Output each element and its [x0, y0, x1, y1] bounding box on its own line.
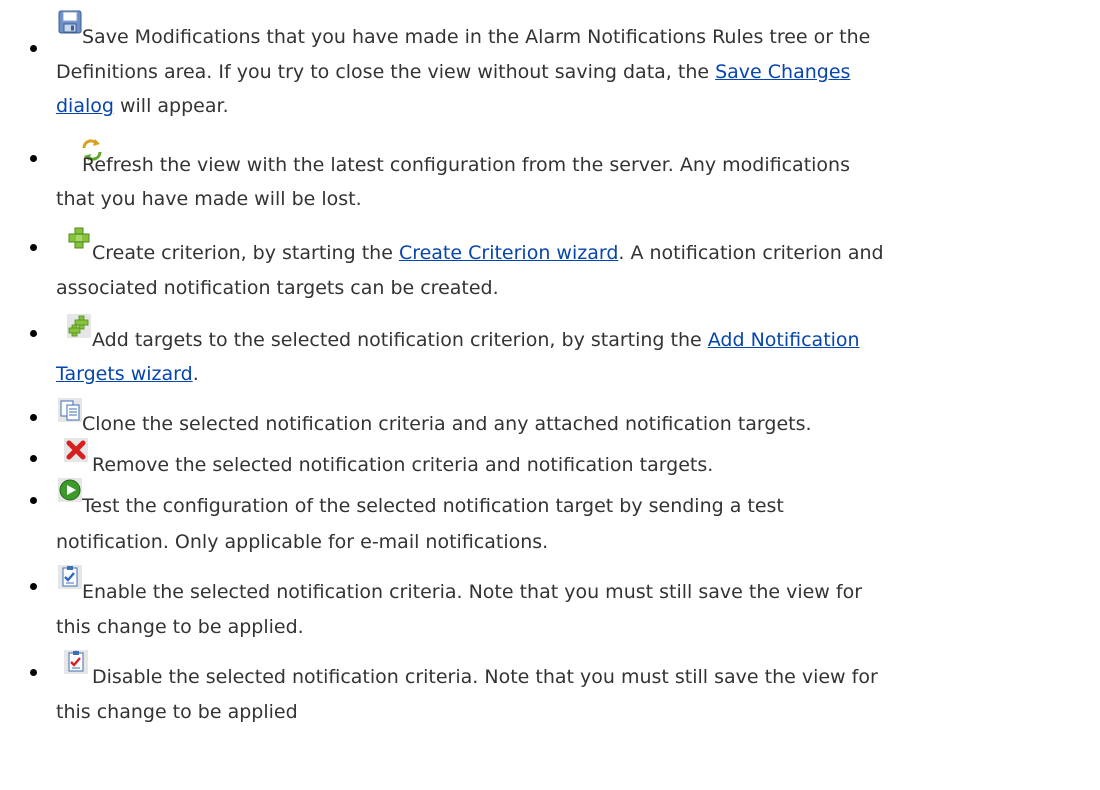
item-text-line: dialog will appear. [56, 94, 229, 118]
item-text-line: Definitions area. If you try to close th… [56, 60, 850, 84]
add-notification-link[interactable]: Add Notification [708, 329, 860, 351]
item-text-line: Test the configuration of the selected n… [82, 495, 784, 517]
item-text: will appear. [113, 95, 229, 117]
item-text-line: this change to be applied [56, 701, 298, 723]
test-icon [58, 478, 82, 502]
item-text-line: this change to be applied. [56, 616, 304, 638]
enable-icon [58, 565, 82, 589]
bullet [30, 583, 37, 590]
bullet [30, 669, 37, 676]
item-text-line: notification. Only applicable for e-mail… [56, 531, 549, 553]
item-text: Add targets to the selected notification… [92, 329, 708, 351]
bullet [30, 244, 37, 251]
item-text: . A notification criterion and [618, 242, 884, 264]
bullet [30, 45, 37, 52]
bullet [30, 497, 37, 504]
item-text-line: Add targets to the selected notification… [92, 328, 860, 352]
item-text-line: Disable the selected notification criter… [92, 666, 878, 688]
item-text-line: Enable the selected notification criteri… [82, 581, 863, 603]
save-changes-dialog-link[interactable]: dialog [56, 95, 114, 117]
item-text: Create criterion, by starting the [92, 242, 399, 264]
create-criterion-icon [67, 226, 91, 250]
item-text: . [192, 363, 199, 385]
item-text-line: Targets wizard. [56, 362, 199, 386]
item-text-line: Save Modifications that you have made in… [82, 26, 871, 48]
item-text-line: Clone the selected notification criteria… [82, 413, 812, 435]
save-changes-link[interactable]: Save Changes [715, 61, 850, 83]
bullet [30, 330, 37, 337]
disable-icon [64, 650, 88, 674]
remove-icon [64, 438, 88, 462]
item-text-line: that you have made will be lost. [56, 188, 362, 210]
add-notification-targets-wizard-link[interactable]: Targets wizard [56, 363, 193, 385]
bullet [30, 455, 37, 462]
item-text-line: Remove the selected notification criteri… [92, 454, 714, 476]
save-icon [58, 10, 82, 34]
add-targets-icon [67, 314, 91, 338]
bullet [30, 155, 37, 162]
bullet [30, 414, 37, 421]
item-text: Definitions area. If you try to close th… [56, 61, 716, 83]
item-text-line: Refresh the view with the latest configu… [82, 154, 850, 176]
create-criterion-wizard-link[interactable]: Create Criterion wizard [399, 242, 618, 264]
clone-icon [58, 398, 82, 422]
item-text-line: associated notification targets can be c… [56, 277, 499, 299]
item-text-line: Create criterion, by starting the Create… [92, 241, 884, 265]
